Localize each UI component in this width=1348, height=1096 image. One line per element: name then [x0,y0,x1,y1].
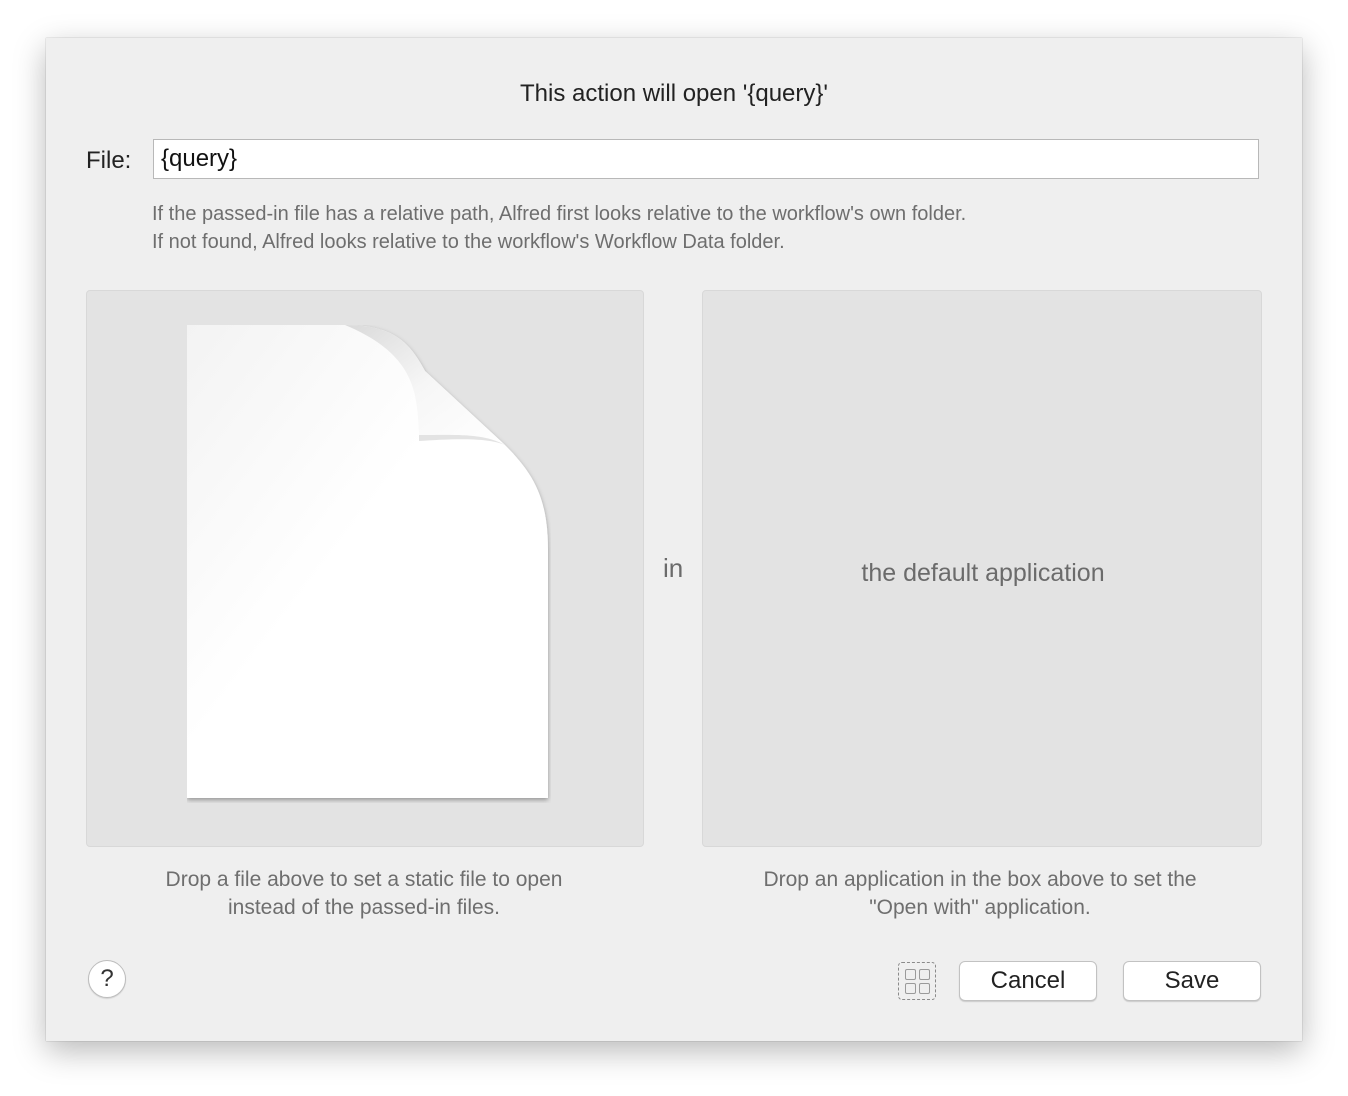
file-drop-caption: Drop a file above to set a static file t… [86,866,642,922]
default-application-label: the default application [861,559,1105,587]
in-connector-label: in [663,553,684,583]
file-drop-zone[interactable] [86,290,644,847]
application-drop-caption: Drop an application in the box above to … [702,866,1258,922]
application-drop-zone[interactable]: the default application [702,290,1262,847]
help-button[interactable]: ? [88,960,126,998]
dialog-title: This action will open '{query}' [519,80,828,107]
relative-path-hint: If the passed-in file has a relative pat… [152,200,966,256]
cancel-button[interactable]: Cancel [959,961,1097,1001]
application-drop-caption-line-2: "Open with" application. [869,896,1091,919]
file-drop-caption-line-2: instead of the passed-in files. [228,896,500,919]
application-drop-caption-line-1: Drop an application in the box above to … [763,868,1197,891]
hint-line-1: If the passed-in file has a relative pat… [152,203,967,225]
file-field-label: File: [86,147,132,174]
file-input[interactable] [153,139,1259,179]
file-drop-caption-line-1: Drop a file above to set a static file t… [165,868,563,891]
hint-line-2: If not found, Alfred looks relative to t… [152,231,785,253]
open-file-action-dialog: This action will open '{query}' File: If… [46,38,1302,1041]
grid-icon[interactable] [898,962,936,1000]
save-button[interactable]: Save [1123,961,1261,1001]
document-icon [187,325,548,798]
